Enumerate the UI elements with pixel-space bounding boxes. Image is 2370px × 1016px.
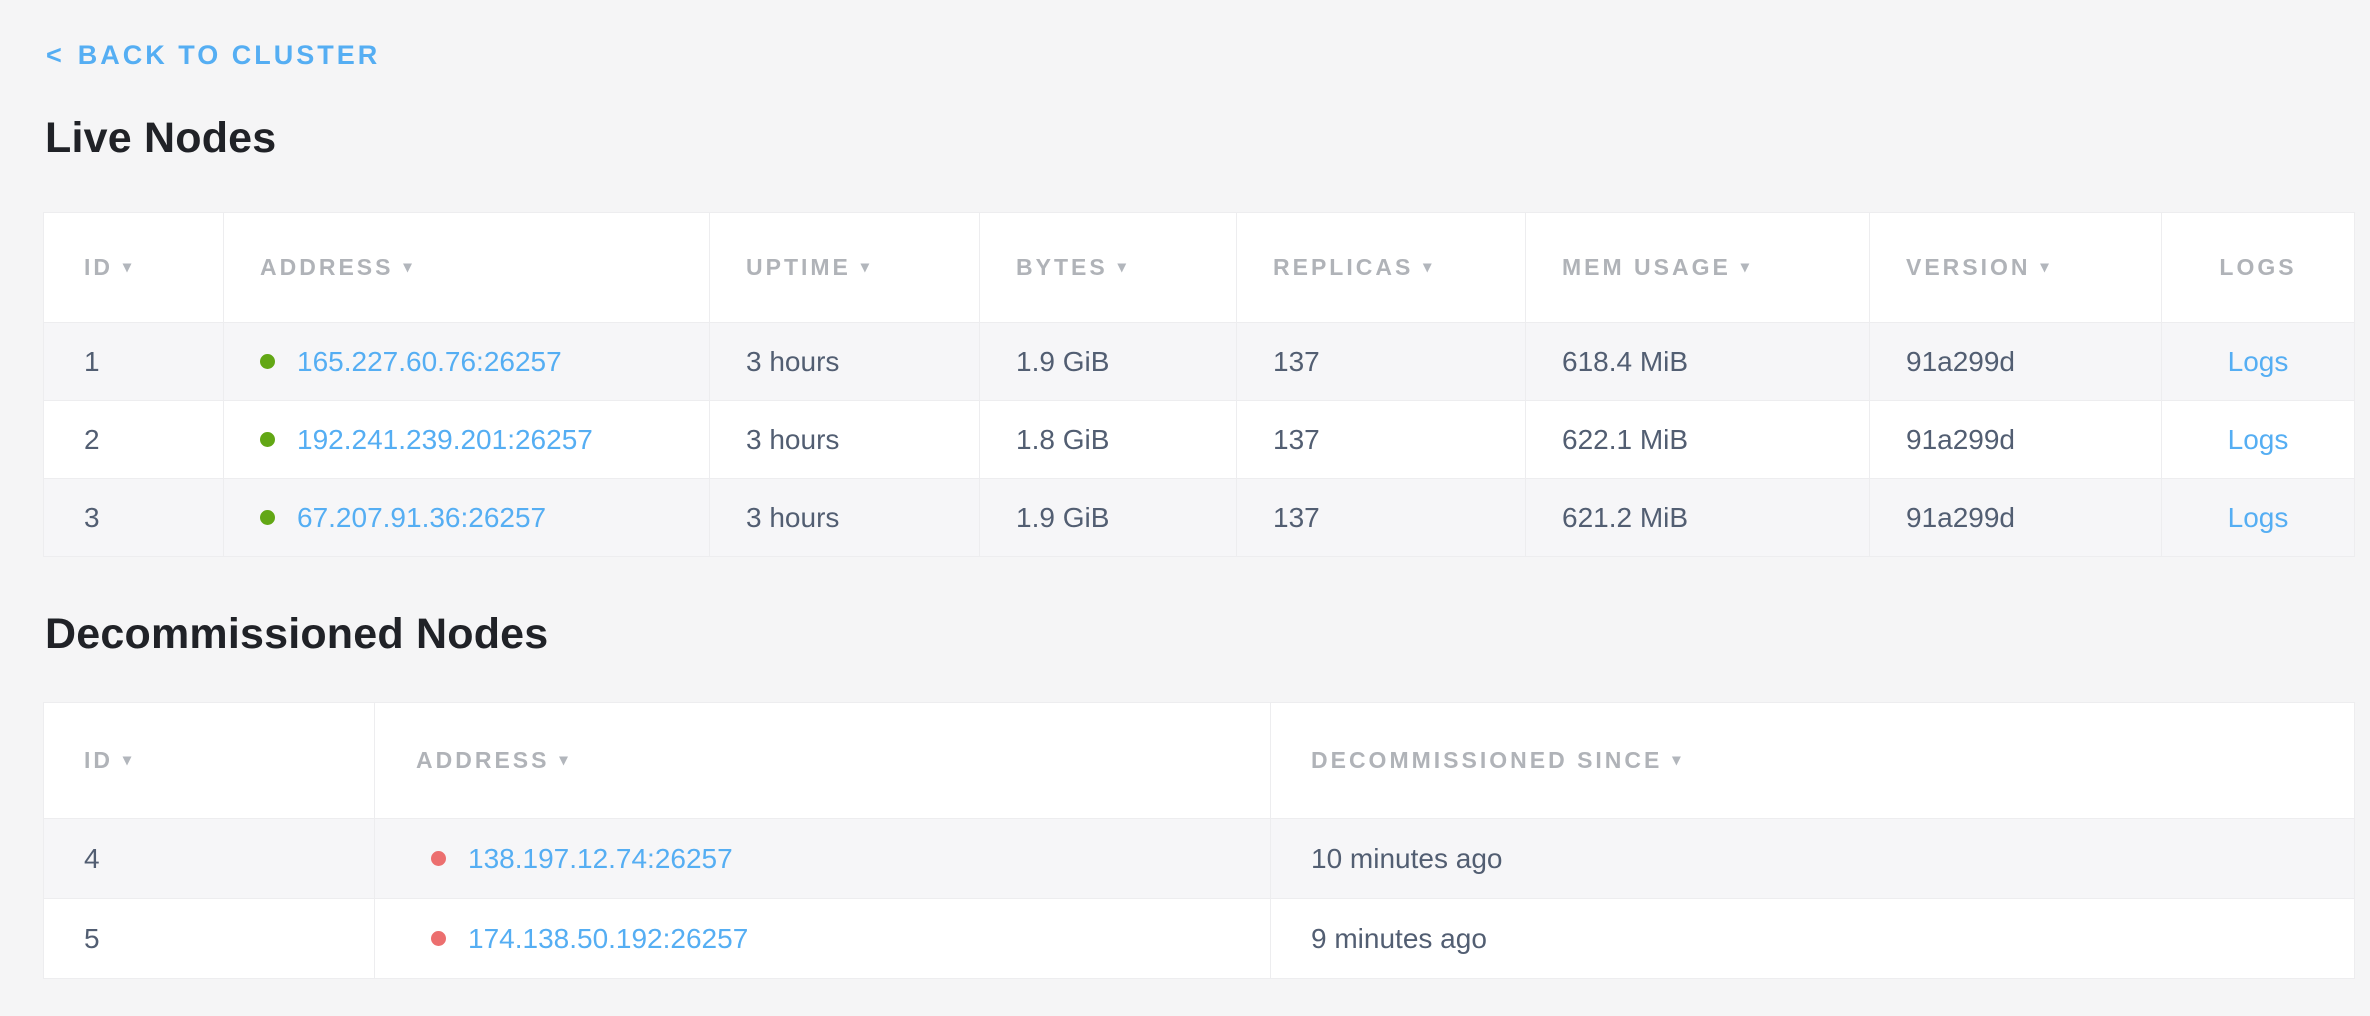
node-mem-usage-cell: 622.1 MiB: [1526, 401, 1870, 479]
back-to-cluster-label: BACK TO CLUSTER: [78, 40, 381, 70]
decommissioned-nodes-title: Decommissioned Nodes: [45, 610, 548, 659]
decommissioned-status-icon: [431, 931, 446, 946]
node-bytes-cell: 1.8 GiB: [980, 401, 1237, 479]
live-status-icon: [260, 432, 275, 447]
column-header-address[interactable]: ADDRESS▾: [224, 213, 710, 323]
sort-arrow-icon: ▾: [123, 752, 131, 769]
node-id-cell: 2: [44, 401, 224, 479]
decommissioned-nodes-table: ID▾ ADDRESS▾ DECOMMISSIONED SINCE▾ 4 138…: [43, 702, 2355, 979]
node-replicas-cell: 137: [1237, 401, 1526, 479]
node-mem-usage-cell: 618.4 MiB: [1526, 323, 1870, 401]
sort-arrow-icon: ▾: [1741, 259, 1749, 276]
node-uptime-cell: 3 hours: [710, 401, 980, 479]
node-version-cell: 91a299d: [1870, 323, 2162, 401]
decommissioned-nodes-header-row: ID▾ ADDRESS▾ DECOMMISSIONED SINCE▾: [44, 703, 2355, 819]
sort-arrow-icon: ▾: [861, 259, 869, 276]
node-address-cell: 174.138.50.192:26257: [375, 899, 1271, 979]
decommissioned-since-cell: 10 minutes ago: [1271, 819, 2355, 899]
node-address-link[interactable]: 192.241.239.201:26257: [297, 424, 593, 455]
column-header-address[interactable]: ADDRESS▾: [375, 703, 1271, 819]
table-row: 4 138.197.12.74:26257 10 minutes ago: [44, 819, 2355, 899]
node-address-cell: 165.227.60.76:26257: [224, 323, 710, 401]
column-header-bytes[interactable]: BYTES▾: [980, 213, 1237, 323]
sort-arrow-icon: ▾: [403, 259, 411, 276]
live-nodes-header-row: ID▾ ADDRESS▾ UPTIME▾ BYTES▾ REPLICAS▾ ME…: [44, 213, 2355, 323]
node-address-link[interactable]: 67.207.91.36:26257: [297, 502, 546, 533]
node-id-cell: 3: [44, 479, 224, 557]
column-header-uptime[interactable]: UPTIME▾: [710, 213, 980, 323]
node-address-link[interactable]: 165.227.60.76:26257: [297, 346, 562, 377]
live-nodes-table: ID▾ ADDRESS▾ UPTIME▾ BYTES▾ REPLICAS▾ ME…: [43, 212, 2355, 557]
node-uptime-cell: 3 hours: [710, 479, 980, 557]
sort-arrow-icon: ▾: [559, 752, 567, 769]
column-header-replicas[interactable]: REPLICAS▾: [1237, 213, 1526, 323]
node-logs-link[interactable]: Logs: [2228, 346, 2289, 377]
node-logs-link[interactable]: Logs: [2228, 424, 2289, 455]
node-logs-cell: Logs: [2162, 401, 2355, 479]
decommissioned-since-cell: 9 minutes ago: [1271, 899, 2355, 979]
decommissioned-status-icon: [431, 851, 446, 866]
node-uptime-cell: 3 hours: [710, 323, 980, 401]
node-replicas-cell: 137: [1237, 479, 1526, 557]
column-header-mem-usage[interactable]: MEM USAGE▾: [1526, 213, 1870, 323]
node-id-cell: 1: [44, 323, 224, 401]
sort-arrow-icon: ▾: [1423, 259, 1431, 276]
column-header-decommissioned-since[interactable]: DECOMMISSIONED SINCE▾: [1271, 703, 2355, 819]
node-address-cell: 192.241.239.201:26257: [224, 401, 710, 479]
column-header-logs: LOGS: [2162, 213, 2355, 323]
node-logs-cell: Logs: [2162, 323, 2355, 401]
node-version-cell: 91a299d: [1870, 479, 2162, 557]
live-status-icon: [260, 510, 275, 525]
sort-arrow-icon: ▾: [1118, 259, 1126, 276]
live-status-icon: [260, 354, 275, 369]
node-address-cell: 138.197.12.74:26257: [375, 819, 1271, 899]
node-mem-usage-cell: 621.2 MiB: [1526, 479, 1870, 557]
node-bytes-cell: 1.9 GiB: [980, 323, 1237, 401]
back-to-cluster-link[interactable]: < BACK TO CLUSTER: [46, 40, 380, 71]
node-id-cell: 5: [44, 899, 375, 979]
sort-arrow-icon: ▾: [2041, 259, 2049, 276]
table-row: 3 67.207.91.36:26257 3 hours 1.9 GiB 137…: [44, 479, 2355, 557]
sort-arrow-icon: ▾: [123, 259, 131, 276]
node-logs-cell: Logs: [2162, 479, 2355, 557]
table-row: 5 174.138.50.192:26257 9 minutes ago: [44, 899, 2355, 979]
node-id-cell: 4: [44, 819, 375, 899]
node-version-cell: 91a299d: [1870, 401, 2162, 479]
table-row: 1 165.227.60.76:26257 3 hours 1.9 GiB 13…: [44, 323, 2355, 401]
sort-arrow-icon: ▾: [1672, 752, 1680, 769]
node-replicas-cell: 137: [1237, 323, 1526, 401]
live-nodes-title: Live Nodes: [45, 114, 276, 163]
node-address-cell: 67.207.91.36:26257: [224, 479, 710, 557]
column-header-id[interactable]: ID▾: [44, 703, 375, 819]
column-header-id[interactable]: ID▾: [44, 213, 224, 323]
back-chevron-icon: <: [46, 40, 62, 70]
column-header-version[interactable]: VERSION▾: [1870, 213, 2162, 323]
node-bytes-cell: 1.9 GiB: [980, 479, 1237, 557]
nodes-overview-page: < BACK TO CLUSTER Live Nodes ID▾ ADDRESS▾…: [0, 0, 2370, 1016]
node-address-link[interactable]: 138.197.12.74:26257: [468, 843, 733, 874]
node-logs-link[interactable]: Logs: [2228, 502, 2289, 533]
node-address-link[interactable]: 174.138.50.192:26257: [468, 923, 748, 954]
table-row: 2 192.241.239.201:26257 3 hours 1.8 GiB …: [44, 401, 2355, 479]
